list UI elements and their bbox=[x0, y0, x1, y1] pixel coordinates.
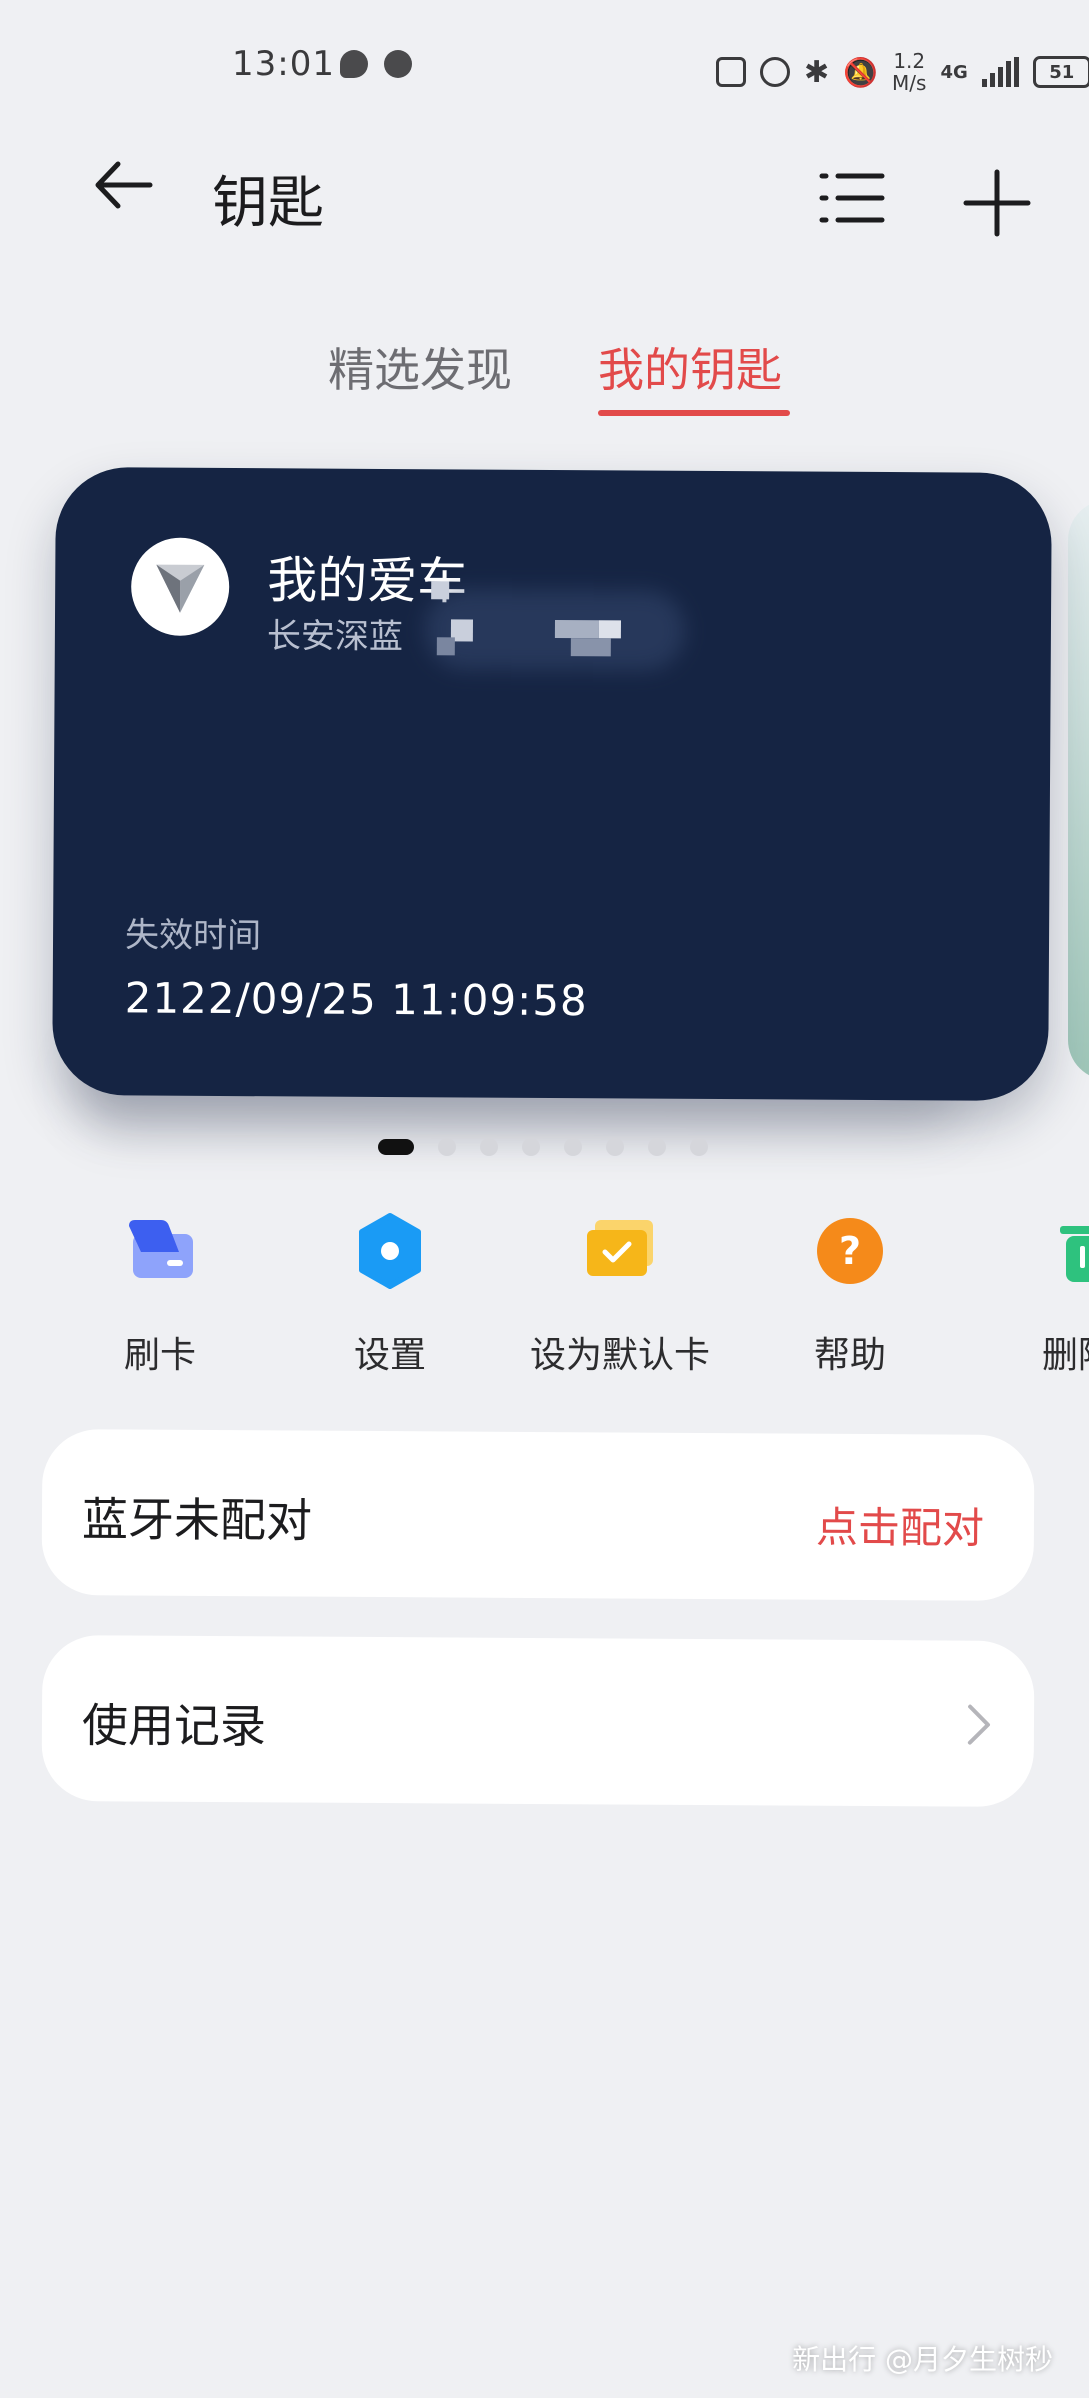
pager-dot[interactable] bbox=[438, 1138, 456, 1156]
pair-button[interactable]: 点击配对 bbox=[816, 1494, 984, 1556]
action-label: 帮助 bbox=[813, 1335, 886, 1376]
set-default-card-button[interactable]: 设为默认卡 bbox=[520, 1212, 720, 1378]
nfc-icon bbox=[716, 57, 746, 87]
bluetooth-pair-row[interactable]: 蓝牙未配对 点击配对 bbox=[41, 1428, 1035, 1602]
default-card-icon bbox=[587, 1220, 653, 1276]
redaction-pixel bbox=[570, 638, 611, 657]
usage-records-row[interactable]: 使用记录 bbox=[41, 1634, 1035, 1808]
action-label: 刷卡 bbox=[123, 1335, 196, 1376]
alarm-icon bbox=[760, 57, 790, 87]
speed-unit: M/s bbox=[892, 71, 927, 95]
page-title: 钥匙 bbox=[212, 171, 324, 236]
action-label: 设置 bbox=[353, 1335, 426, 1376]
car-brand-logo bbox=[130, 537, 230, 637]
network-type: 4G bbox=[940, 61, 968, 83]
status-time: 13:01 bbox=[232, 44, 335, 84]
redaction-pixel bbox=[554, 620, 600, 639]
pager-dot[interactable] bbox=[690, 1138, 708, 1156]
list-icon[interactable] bbox=[818, 168, 888, 228]
watermark: 新出行 @月夕生树秒 bbox=[792, 2343, 1053, 2376]
pager-dot[interactable] bbox=[480, 1138, 498, 1156]
action-label: 设为默认卡 bbox=[529, 1335, 710, 1376]
settings-button[interactable]: 设置 bbox=[290, 1212, 490, 1378]
svg-text:?: ? bbox=[839, 1229, 861, 1273]
pager-dot[interactable] bbox=[606, 1138, 624, 1156]
card-pager bbox=[378, 1138, 708, 1156]
car-key-card[interactable]: 我的爱车 长安深蓝 失效时间 2122/09/25 11:09:58 bbox=[52, 466, 1052, 1102]
back-arrow-icon[interactable] bbox=[88, 150, 158, 220]
card-swipe-icon bbox=[129, 1220, 193, 1278]
swipe-card-button[interactable]: 刷卡 bbox=[60, 1212, 260, 1378]
action-label: 删除 bbox=[1042, 1335, 1089, 1372]
brand-triangle-icon bbox=[156, 564, 205, 613]
help-icon: ? bbox=[817, 1218, 883, 1284]
usage-records-label: 使用记录 bbox=[81, 1698, 267, 1754]
redaction-pixel bbox=[436, 637, 455, 656]
battery-icon: 51 bbox=[1032, 56, 1089, 88]
voice-icon bbox=[384, 50, 412, 78]
delete-icon bbox=[1060, 1226, 1089, 1282]
message-icon bbox=[340, 50, 368, 78]
bluetooth-icon: ✱ bbox=[804, 54, 830, 90]
next-card-peek[interactable] bbox=[1068, 500, 1089, 1080]
help-button[interactable]: ? 帮助 bbox=[750, 1212, 950, 1378]
battery-level: 51 bbox=[1049, 61, 1075, 83]
pager-dot[interactable] bbox=[564, 1138, 582, 1156]
redaction-pixel bbox=[598, 620, 622, 639]
speed-value: 1.2 bbox=[893, 49, 926, 73]
redaction-pixel bbox=[431, 581, 450, 600]
delete-button[interactable]: 删除 bbox=[1032, 1212, 1089, 1372]
tab-my-keys[interactable]: 我的钥匙 bbox=[598, 334, 782, 400]
network-speed: 1.2 M/s bbox=[892, 50, 926, 94]
status-indicators: ✱ 🔕 1.2 M/s 4G 51 bbox=[716, 50, 1089, 94]
bluetooth-status: 蓝牙未配对 bbox=[81, 1492, 313, 1548]
pager-dot[interactable] bbox=[522, 1138, 540, 1156]
chevron-right-icon bbox=[967, 1704, 990, 1745]
tab-indicator bbox=[598, 410, 790, 416]
expire-label: 失效时间 bbox=[124, 915, 262, 957]
signal-icon bbox=[981, 57, 1019, 87]
pager-dot[interactable] bbox=[378, 1139, 414, 1155]
expire-time: 2122/09/25 11:09:58 bbox=[124, 973, 588, 1026]
tab-featured[interactable]: 精选发现 bbox=[328, 334, 512, 400]
pager-dot[interactable] bbox=[648, 1138, 666, 1156]
mute-icon: 🔕 bbox=[843, 55, 879, 89]
car-model: 长安深蓝 bbox=[266, 616, 404, 658]
settings-icon bbox=[359, 1213, 421, 1289]
plus-icon[interactable] bbox=[962, 168, 1032, 238]
